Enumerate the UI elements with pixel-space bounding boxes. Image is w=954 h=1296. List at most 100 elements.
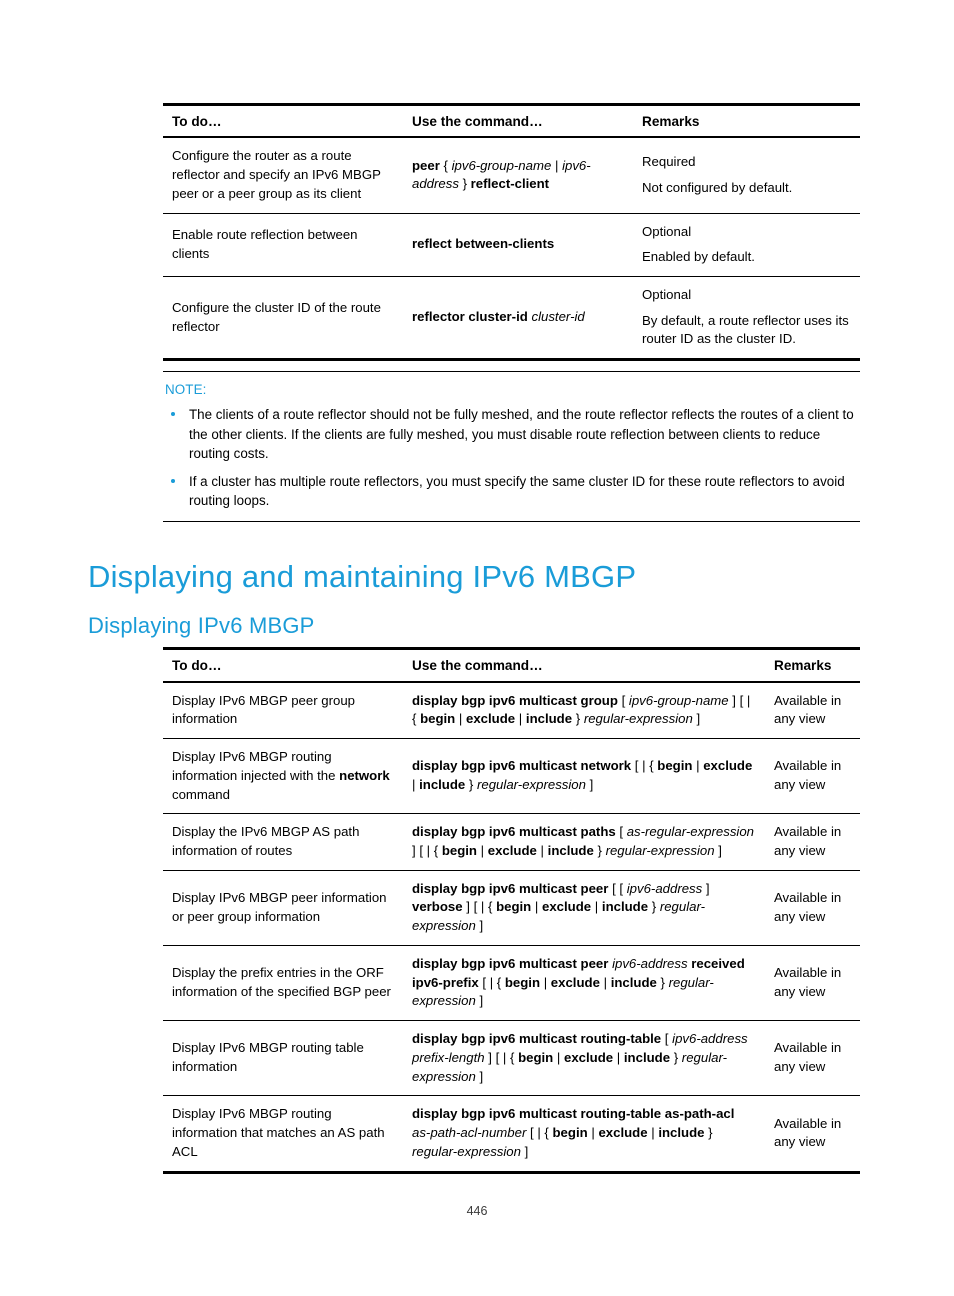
command-token: exclude bbox=[542, 899, 592, 915]
command-token: | bbox=[551, 157, 563, 173]
remark-line: Available in any view bbox=[774, 890, 842, 924]
command-token: ipv6-group-name bbox=[451, 157, 552, 173]
table-row: Display the IPv6 MBGP AS path informatio… bbox=[163, 813, 860, 871]
command-token: exclude bbox=[550, 974, 600, 990]
command-token: | bbox=[599, 974, 611, 990]
command-token: } bbox=[458, 176, 471, 192]
page-number: 446 bbox=[466, 1204, 488, 1218]
todo-token: Display the prefix entries in the ORF in… bbox=[172, 965, 391, 999]
remark-line: Optional bbox=[642, 223, 692, 239]
cell-command: display bgp ipv6 multicast routing-table… bbox=[403, 1020, 765, 1096]
remark-line: By default, a route reflector uses its r… bbox=[642, 312, 849, 347]
cell-command: display bgp ipv6 multicast peer ipv6-add… bbox=[403, 944, 765, 1021]
cell-todo: Display the prefix entries in the ORF in… bbox=[163, 944, 403, 1021]
table-row: Configure the cluster ID of the route re… bbox=[163, 275, 860, 362]
command-token: [ bbox=[615, 824, 627, 840]
remark-line: Available in any view bbox=[774, 692, 842, 727]
cell-todo: Display IPv6 MBGP peer information or pe… bbox=[163, 869, 403, 946]
command-token: | bbox=[531, 899, 543, 915]
cell-remarks: Optional By default, a route reflector us… bbox=[633, 275, 860, 362]
column-header-remarks: Remarks bbox=[633, 103, 860, 139]
remark-line: Not configured by default. bbox=[642, 179, 793, 195]
command-token: as-path-acl-number bbox=[412, 1125, 527, 1141]
command-token: ] bbox=[475, 1068, 484, 1084]
command-token: { bbox=[439, 157, 452, 173]
command-token: begin bbox=[504, 974, 541, 990]
table-header-row: To do… Use the command… Remarks bbox=[163, 647, 860, 683]
command-token: ] bbox=[475, 918, 484, 934]
cell-remarks: Available in any view bbox=[765, 1020, 860, 1096]
cell-command: display bgp ipv6 multicast paths [ as-re… bbox=[403, 813, 765, 871]
command-token: begin bbox=[657, 758, 693, 774]
todo-token: Display the IPv6 MBGP AS path informatio… bbox=[172, 824, 360, 858]
cell-remarks: Available in any view bbox=[765, 1095, 860, 1174]
command-token: | bbox=[647, 1125, 659, 1141]
column-header-command: Use the command… bbox=[403, 103, 633, 139]
column-header-todo: To do… bbox=[163, 103, 403, 139]
command-token: [ | { bbox=[526, 1125, 553, 1141]
command-token: display bgp ipv6 multicast peer bbox=[412, 955, 609, 971]
command-token: begin bbox=[441, 842, 477, 858]
command-token: peer bbox=[412, 157, 440, 173]
command-token: begin bbox=[496, 899, 532, 915]
command-token: [ bbox=[661, 1031, 673, 1047]
cell-todo: Display IPv6 MBGP routing information in… bbox=[163, 738, 403, 814]
command-token: ipv6-group-name bbox=[628, 692, 729, 708]
command-token: verbose bbox=[412, 899, 463, 915]
remark-line: Available in any view bbox=[774, 1040, 842, 1075]
command-token: [ | { bbox=[631, 758, 658, 774]
cell-command: reflect between-clients bbox=[403, 212, 633, 277]
command-token: | bbox=[540, 974, 551, 990]
command-token: include bbox=[419, 777, 466, 793]
command-token: exclude bbox=[598, 1125, 648, 1141]
remark-line: Required bbox=[642, 154, 696, 170]
command-token: ] [ | { bbox=[412, 842, 442, 858]
cell-command: display bgp ipv6 multicast network [ | {… bbox=[403, 738, 765, 814]
cell-remarks: Available in any view bbox=[765, 682, 860, 739]
note-list: The clients of a route reflector should … bbox=[163, 405, 860, 511]
command-token: display bgp ipv6 multicast routing-table… bbox=[412, 1106, 735, 1122]
cell-todo: Display IPv6 MBGP routing table informat… bbox=[163, 1020, 403, 1096]
command-token: display bgp ipv6 multicast peer bbox=[412, 880, 609, 896]
command-token: } bbox=[704, 1125, 713, 1141]
note-item: The clients of a route reflector should … bbox=[163, 405, 860, 464]
page-title: Displaying and maintaining IPv6 MBGP bbox=[88, 558, 637, 594]
command-token: regular-expression bbox=[605, 842, 715, 858]
command-token: begin bbox=[518, 1049, 554, 1065]
display-command-table: To do… Use the command… Remarks Display … bbox=[163, 647, 860, 1174]
bullet-icon bbox=[171, 412, 175, 417]
todo-token: Display IPv6 MBGP routing information in… bbox=[172, 749, 340, 783]
cell-command: display bgp ipv6 multicast group [ ipv6-… bbox=[403, 682, 765, 739]
column-header-todo: To do… bbox=[163, 647, 403, 683]
command-token: ] bbox=[585, 777, 594, 793]
remark-line: Available in any view bbox=[774, 758, 842, 793]
table-body: Configure the router as a route reflecto… bbox=[163, 137, 860, 362]
table-row: Display the prefix entries in the ORF in… bbox=[163, 944, 860, 1021]
cell-command: peer { ipv6-group-name | ipv6-address } … bbox=[403, 137, 633, 213]
command-token: | bbox=[553, 1049, 564, 1065]
note-item-text: If a cluster has multiple route reflecto… bbox=[189, 473, 845, 509]
command-token: as-regular-expression bbox=[626, 824, 755, 840]
table-header-row: To do… Use the command… Remarks bbox=[163, 103, 860, 139]
command-token: begin bbox=[552, 1125, 588, 1141]
command-token: | bbox=[613, 1049, 624, 1065]
command-token: ] bbox=[475, 993, 484, 1009]
command-token: | bbox=[692, 758, 704, 774]
table-row: Display IPv6 MBGP routing information in… bbox=[163, 738, 860, 814]
command-token: ] bbox=[692, 711, 701, 727]
command-token: } bbox=[593, 842, 606, 858]
command-token: [ [ bbox=[608, 880, 627, 896]
cell-remarks: Optional Enabled by default. bbox=[633, 212, 860, 277]
command-token: | bbox=[515, 711, 526, 727]
command-token: display bgp ipv6 multicast group bbox=[412, 692, 618, 708]
table-row: Enable route reflection between clients r… bbox=[163, 212, 860, 277]
cell-todo: Enable route reflection between clients bbox=[163, 212, 403, 277]
bullet-icon bbox=[171, 478, 175, 483]
section-title: Displaying IPv6 MBGP bbox=[88, 613, 315, 639]
table-row: Display IPv6 MBGP routing table informat… bbox=[163, 1020, 860, 1096]
note-box: NOTE: The clients of a route reflector s… bbox=[163, 371, 860, 522]
todo-token: command bbox=[172, 786, 230, 802]
command-token: exclude bbox=[487, 842, 537, 858]
command-token: include bbox=[525, 711, 573, 727]
command-token: exclude bbox=[466, 711, 516, 727]
